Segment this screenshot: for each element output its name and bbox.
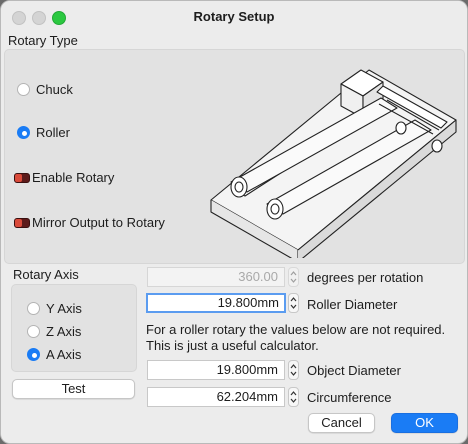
calculator-note-line2: This is just a useful calculator. xyxy=(146,338,319,353)
circumference-field[interactable]: 62.204mm xyxy=(147,387,285,407)
radio-roller[interactable]: Roller xyxy=(17,125,70,140)
circumference-stepper[interactable] xyxy=(288,387,299,407)
object-diameter-field[interactable]: 19.800mm xyxy=(147,360,285,380)
radio-a-axis-label: A Axis xyxy=(46,347,82,362)
enable-rotary-label: Enable Rotary xyxy=(32,170,115,185)
degrees-per-rotation-label: degrees per rotation xyxy=(307,270,424,285)
radio-y-axis-indicator xyxy=(27,302,40,315)
window-title: Rotary Setup xyxy=(193,9,275,24)
roller-rotary-illustration-icon xyxy=(210,69,457,258)
radio-z-axis[interactable]: Z Axis xyxy=(27,324,81,339)
radio-chuck-indicator xyxy=(17,83,30,96)
rotary-axis-group: Y Axis Z Axis A Axis xyxy=(11,284,137,372)
test-button[interactable]: Test xyxy=(12,379,135,399)
ok-button[interactable]: OK xyxy=(391,413,458,433)
degrees-per-rotation-field: 360.00 xyxy=(147,267,285,287)
rotary-type-group: Chuck Roller Enable Rotary Mirror Output… xyxy=(4,49,465,264)
object-diameter-stepper[interactable] xyxy=(288,360,299,380)
enable-rotary-switch xyxy=(14,172,30,183)
degrees-stepper xyxy=(288,267,299,287)
roller-diameter-label: Roller Diameter xyxy=(307,297,398,312)
cancel-button[interactable]: Cancel xyxy=(308,413,375,433)
radio-z-axis-indicator xyxy=(27,325,40,338)
title-bar: Rotary Setup xyxy=(1,1,467,33)
mirror-output-switch xyxy=(14,217,30,228)
roller-diameter-stepper[interactable] xyxy=(288,293,299,313)
radio-chuck[interactable]: Chuck xyxy=(17,82,73,97)
rotary-setup-window: Rotary Setup Rotary Type Chuck Roller En… xyxy=(0,0,468,444)
radio-a-axis-indicator xyxy=(27,348,40,361)
radio-z-axis-label: Z Axis xyxy=(46,324,82,339)
radio-a-axis[interactable]: A Axis xyxy=(27,347,81,362)
rotary-axis-label: Rotary Axis xyxy=(13,267,79,282)
object-diameter-label: Object Diameter xyxy=(307,363,401,378)
enable-rotary-toggle[interactable]: Enable Rotary xyxy=(14,170,114,185)
calculator-note-line1: For a roller rotary the values below are… xyxy=(146,322,446,337)
radio-y-axis[interactable]: Y Axis xyxy=(27,301,82,316)
mirror-output-toggle[interactable]: Mirror Output to Rotary xyxy=(14,215,165,230)
radio-roller-label: Roller xyxy=(36,125,70,140)
radio-chuck-label: Chuck xyxy=(36,82,73,97)
rotary-type-label: Rotary Type xyxy=(8,33,78,48)
roller-diameter-field[interactable]: 19.800mm xyxy=(146,293,286,313)
radio-y-axis-label: Y Axis xyxy=(46,301,82,316)
circumference-label: Circumference xyxy=(307,390,392,405)
radio-roller-indicator xyxy=(17,126,30,139)
mirror-output-label: Mirror Output to Rotary xyxy=(32,215,165,230)
